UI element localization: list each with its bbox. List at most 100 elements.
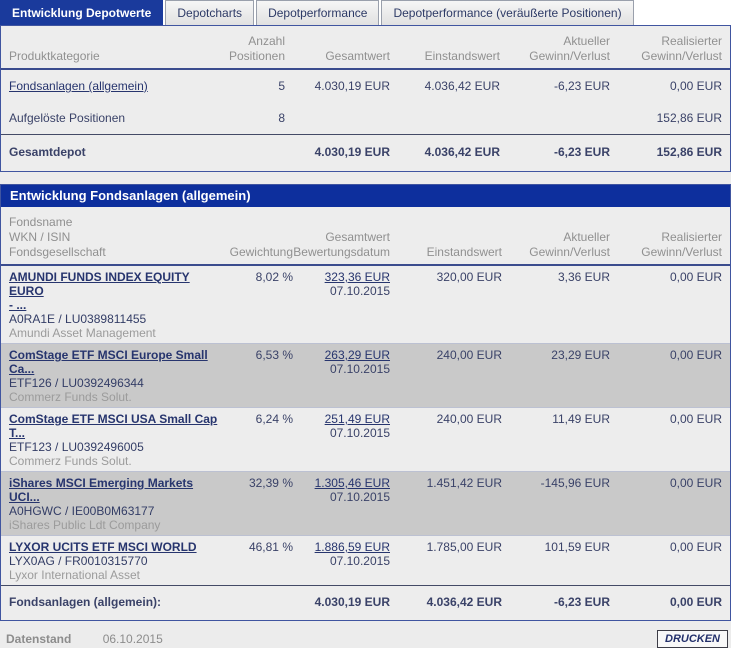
header-line: Aktueller: [563, 34, 610, 48]
col-produktkategorie: Produktkategorie: [1, 26, 209, 70]
header-line: Gewinn/Verlust: [641, 245, 722, 259]
fund-value: 263,29 EUR: [293, 348, 390, 362]
fund-name-link[interactable]: LYXOR UCITS ETF MSCI WORLD: [9, 540, 197, 554]
weight-cell: 6,24 %: [219, 407, 293, 472]
fund-value: 1.305,46 EUR: [293, 476, 390, 490]
fund-name: ComStage ETF MSCI USA Small Cap: [9, 412, 219, 426]
fund-name-cell: ComStage ETF MSCI Europe Small Ca... ETF…: [1, 343, 219, 408]
header-line: Gesamtwert: [325, 230, 390, 244]
value-cell: 251,49 EUR 07.10.2015: [293, 407, 390, 472]
valuation-date: 07.10.2015: [329, 426, 390, 440]
header-line: Gewinn/Verlust: [641, 49, 722, 63]
fund-value: 251,49 EUR: [293, 412, 390, 426]
fund-row-ishares-em: iShares MSCI Emerging Markets UCI... A0H…: [1, 471, 730, 536]
fund-name-link[interactable]: AMUNDI FUNDS INDEX EQUITY EURO: [9, 270, 190, 298]
fund-value-link[interactable]: 263,29 EUR: [325, 348, 390, 362]
fund-name-link[interactable]: ComStage ETF MSCI USA Small Cap: [9, 412, 217, 426]
valuation-date: 07.10.2015: [329, 362, 390, 376]
tab-bar: Entwicklung Depotwerte Depotcharts Depot…: [0, 0, 731, 25]
fund-value-link[interactable]: 1.305,46 EUR: [315, 476, 390, 490]
fund-value: 1.886,59 EUR: [293, 540, 390, 554]
fund-name-link[interactable]: UCI...: [9, 490, 40, 504]
fund-value-link[interactable]: 323,36 EUR: [325, 270, 390, 284]
fund-company: Commerz Funds Solut.: [9, 390, 132, 404]
cost-cell: 1.785,00 EUR: [390, 535, 502, 586]
fund-company: Amundi Asset Management: [9, 326, 156, 340]
weight-cell: 46,81 %: [219, 535, 293, 586]
total-cell: 4.030,19 EUR: [285, 134, 390, 171]
header-line: Gewinn/Verlust: [529, 245, 610, 259]
fund-name-link[interactable]: Ca...: [9, 362, 34, 376]
realized-cell: 152,86 EUR: [610, 134, 730, 171]
cost-cell: 1.451,42 EUR: [390, 471, 502, 536]
gesamtdepot-label: Gesamtdepot: [1, 134, 209, 171]
cost-cell: 240,00 EUR: [390, 407, 502, 472]
weight-cell: 6,53 %: [219, 343, 293, 408]
tab-depotperformance-veraeusserte[interactable]: Depotperformance (veräußerte Positionen): [381, 0, 634, 25]
fund-wkn-isin: ETF123 / LU0392496005: [9, 440, 144, 454]
value-cell: 323,36 EUR 07.10.2015: [293, 265, 390, 344]
fund-name-link[interactable]: ComStage ETF MSCI Europe Small: [9, 348, 208, 362]
fund-wkn-isin: A0RA1E / LU0389811455: [9, 312, 147, 326]
col-anzahl-positionen: Anzahl Positionen: [209, 26, 285, 70]
fund-name-cell: iShares MSCI Emerging Markets UCI... A0H…: [1, 471, 219, 536]
drucken-button[interactable]: DRUCKEN: [657, 630, 728, 648]
tab-entwicklung-depotwerte[interactable]: Entwicklung Depotwerte: [0, 0, 164, 25]
tab-depotperformance[interactable]: Depotperformance: [256, 0, 380, 25]
value-cell: 1.305,46 EUR 07.10.2015: [293, 471, 390, 536]
fund-name-line2: UCI...: [9, 490, 219, 504]
fund-name: LYXOR UCITS ETF MSCI WORLD: [9, 540, 219, 554]
fund-name-cell: ComStage ETF MSCI USA Small Cap T... ETF…: [1, 407, 219, 472]
fondsanlagen-link[interactable]: Fondsanlagen (allgemein): [9, 79, 148, 93]
summary-total-row: Gesamtdepot 4.030,19 EUR 4.036,42 EUR -6…: [1, 134, 730, 171]
weight-cell: 8,02 %: [255, 270, 293, 284]
total-cell: 4.030,19 EUR: [314, 79, 390, 93]
col-fondsname: Fondsname WKN / ISIN Fondsgesellschaft: [1, 207, 219, 266]
col-gewichtung: Gewichtung: [219, 207, 293, 266]
fund-name-link[interactable]: iShares MSCI Emerging Markets: [9, 476, 193, 490]
positions-cell: [209, 134, 285, 171]
realized-cell: 0,00 EUR: [669, 79, 722, 93]
cost-cell: 320,00 EUR: [436, 270, 502, 284]
gain-cell: [500, 102, 610, 135]
funds-table: Fondsname WKN / ISIN Fondsgesellschaft G…: [1, 207, 730, 620]
funds-section-title: Entwicklung Fondsanlagen (allgemein): [1, 185, 730, 207]
tab-depotcharts[interactable]: Depotcharts: [165, 0, 255, 25]
gain-cell: -145,96 EUR: [502, 471, 610, 536]
fund-value-link[interactable]: 251,49 EUR: [325, 412, 390, 426]
fund-company: Commerz Funds Solut.: [9, 454, 132, 468]
funds-panel: Entwicklung Fondsanlagen (allgemein) Fon…: [0, 184, 731, 621]
fund-row-amundi: AMUNDI FUNDS INDEX EQUITY EURO - ... A0R…: [1, 265, 730, 344]
total-cell: 4.030,19 EUR: [293, 585, 390, 620]
cost-cell: 4.036,42 EUR: [424, 79, 500, 93]
header-line: Realisierter: [661, 230, 722, 244]
fund-value-link[interactable]: 1.886,59 EUR: [315, 540, 390, 554]
fund-row-lyxor-world: LYXOR UCITS ETF MSCI WORLD LYX0AG / FR00…: [1, 535, 730, 586]
fund-name-link[interactable]: T...: [9, 426, 25, 440]
gain-cell: -6,23 EUR: [500, 134, 610, 171]
fund-name: ComStage ETF MSCI Europe Small: [9, 348, 219, 362]
header-line: Anzahl: [248, 34, 285, 48]
category-cell: Fondsanlagen (allgemein): [1, 69, 209, 102]
fund-name-line2: Ca...: [9, 362, 219, 376]
fund-row-comstage-usa: ComStage ETF MSCI USA Small Cap T... ETF…: [1, 407, 730, 472]
fund-name-cell: LYXOR UCITS ETF MSCI WORLD LYX0AG / FR00…: [1, 535, 219, 586]
cost-cell: 240,00 EUR: [390, 343, 502, 408]
cost-cell: [390, 102, 500, 135]
header-line: Gewinn/Verlust: [529, 49, 610, 63]
positions-cell: 5: [278, 79, 285, 93]
gain-cell: -6,23 EUR: [553, 79, 610, 93]
datenstand-value: 06.10.2015: [102, 632, 163, 646]
datenstand-label: Datenstand: [6, 632, 72, 646]
fund-wkn-isin: ETF126 / LU0392496344: [9, 376, 144, 390]
realized-cell: 0,00 EUR: [610, 471, 730, 536]
cost-cell: 4.036,42 EUR: [390, 585, 502, 620]
col-realisierter-gewinn-verlust: Realisierter Gewinn/Verlust: [610, 207, 730, 266]
realized-cell: 0,00 EUR: [610, 407, 730, 472]
header-line: Bewertungsdatum: [293, 245, 390, 259]
fund-name: AMUNDI FUNDS INDEX EQUITY EURO: [9, 270, 219, 298]
weight-cell: [219, 585, 293, 620]
fund-wkn-isin: LYX0AG / FR0010315770: [9, 554, 148, 568]
header-line: WKN / ISIN: [9, 230, 71, 244]
fund-name-link[interactable]: - ...: [9, 298, 26, 312]
